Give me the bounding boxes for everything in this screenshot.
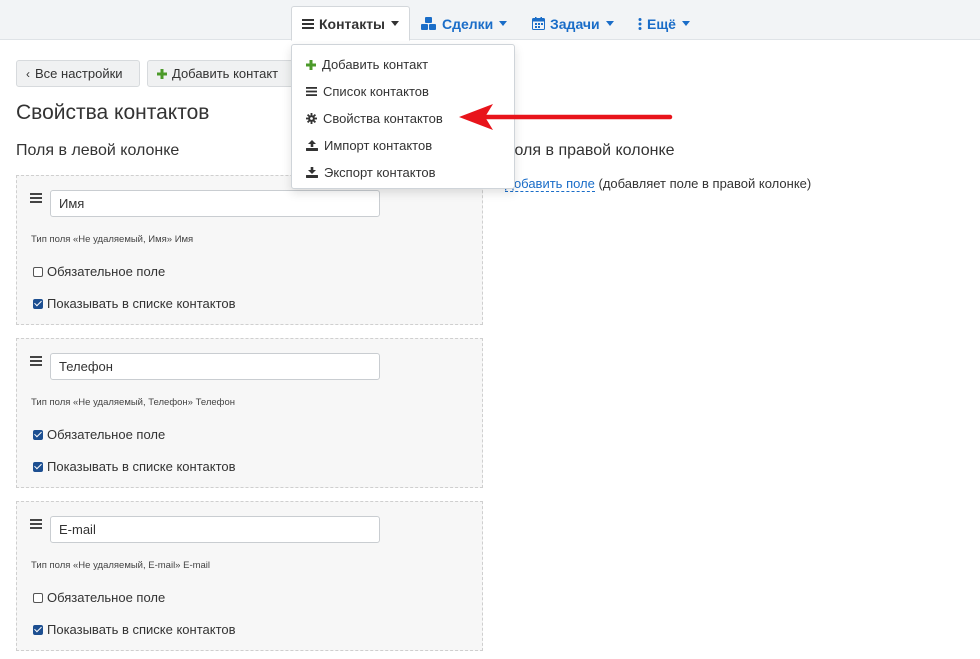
field-name-input[interactable] <box>50 190 380 217</box>
dropdown-item-label: Импорт контактов <box>324 138 433 153</box>
left-column-title: Поля в левой колонке <box>16 142 180 159</box>
nav-deals-label: Сделки <box>442 15 494 32</box>
required-checkbox-row[interactable]: Обязательное поле <box>33 590 165 605</box>
show-in-list-label: Показывать в списке контактов <box>47 622 236 637</box>
required-checkbox[interactable] <box>33 266 43 277</box>
nav-contacts-label: Контакты <box>319 15 386 32</box>
drag-handle-icon[interactable] <box>30 356 42 368</box>
field-card-phone: Тип поля «Не удаляемый, Телефон» Телефон… <box>16 338 483 488</box>
dropdown-item-label: Свойства контактов <box>323 111 443 126</box>
gear-icon <box>306 113 317 124</box>
field-card-name: Тип поля «Не удаляемый, Имя» Имя Обязате… <box>16 175 483 325</box>
all-settings-button[interactable]: ‹ Все настройки <box>16 60 140 87</box>
add-field-hint-text: (добавляет поле в правой колонке) <box>594 176 812 191</box>
nav-deals[interactable]: Сделки <box>411 6 517 41</box>
dropdown-item-add-contact[interactable]: Добавить контакт <box>292 51 514 78</box>
field-type-note: Тип поля «Не удаляемый, Имя» Имя <box>31 234 194 245</box>
calendar-icon <box>532 17 545 30</box>
add-contact-label: Добавить контакт <box>172 66 279 81</box>
required-checkbox-row[interactable]: Обязательное поле <box>33 427 165 442</box>
chevron-down-icon <box>499 21 508 26</box>
nav-tasks[interactable]: Задачи <box>522 6 624 41</box>
list-icon <box>302 18 314 29</box>
list-icon <box>306 87 317 96</box>
required-label: Обязательное поле <box>47 427 166 442</box>
nav-more-label: Ещё <box>647 15 676 32</box>
nav-tasks-label: Задачи <box>550 15 600 32</box>
page-title: Свойства контактов <box>16 101 210 124</box>
dropdown-item-label: Добавить контакт <box>322 57 429 72</box>
add-field-hint: Добавить поле (добавляет поле в правой к… <box>505 176 812 192</box>
required-checkbox[interactable] <box>33 592 43 603</box>
show-in-list-checkbox-row[interactable]: Показывать в списке контактов <box>33 622 236 637</box>
required-label: Обязательное поле <box>47 590 166 605</box>
required-label: Обязательное поле <box>47 264 166 279</box>
right-column-title: Поля в правой колонке <box>503 142 675 159</box>
field-name-input[interactable] <box>50 353 380 380</box>
field-card-email: Тип поля «Не удаляемый, E-mail» E-mail О… <box>16 501 483 651</box>
more-vertical-icon <box>638 17 642 30</box>
show-in-list-label: Показывать в списке контактов <box>47 459 236 474</box>
show-in-list-checkbox[interactable] <box>33 298 43 309</box>
download-icon <box>306 167 318 178</box>
chevron-down-icon <box>605 21 614 26</box>
dropdown-item-export-contacts[interactable]: Экспорт контактов <box>292 159 514 186</box>
all-settings-label: Все настройки <box>35 66 123 81</box>
chevron-left-icon: ‹ <box>26 66 30 81</box>
required-checkbox-row[interactable]: Обязательное поле <box>33 264 165 279</box>
drag-handle-icon[interactable] <box>30 519 42 531</box>
show-in-list-checkbox-row[interactable]: Показывать в списке контактов <box>33 296 236 311</box>
show-in-list-label: Показывать в списке контактов <box>47 296 236 311</box>
top-navigation: Контакты Сделки Задачи Ещё <box>0 0 980 41</box>
add-contact-button[interactable]: Добавить контакт <box>147 60 297 87</box>
cubes-icon <box>421 16 437 31</box>
drag-handle-icon[interactable] <box>30 193 42 205</box>
add-field-link[interactable]: Добавить поле <box>505 176 595 192</box>
nav-contacts[interactable]: Контакты <box>291 6 411 41</box>
upload-icon <box>306 140 318 151</box>
chevron-down-icon <box>681 21 690 26</box>
dropdown-item-label: Экспорт контактов <box>324 165 436 180</box>
nav-more[interactable]: Ещё <box>628 6 700 41</box>
field-name-input[interactable] <box>50 516 380 543</box>
plus-icon <box>157 68 167 79</box>
show-in-list-checkbox[interactable] <box>33 624 43 635</box>
field-type-note: Тип поля «Не удаляемый, E-mail» E-mail <box>31 560 211 571</box>
chevron-down-icon <box>391 21 400 26</box>
required-checkbox[interactable] <box>33 429 43 440</box>
annotation-arrow <box>459 104 673 130</box>
dropdown-item-import-contacts[interactable]: Импорт контактов <box>292 132 514 159</box>
dropdown-item-label: Список контактов <box>323 84 429 99</box>
show-in-list-checkbox[interactable] <box>33 461 43 472</box>
show-in-list-checkbox-row[interactable]: Показывать в списке контактов <box>33 459 236 474</box>
plus-icon <box>306 59 316 70</box>
field-type-note: Тип поля «Не удаляемый, Телефон» Телефон <box>31 397 236 408</box>
